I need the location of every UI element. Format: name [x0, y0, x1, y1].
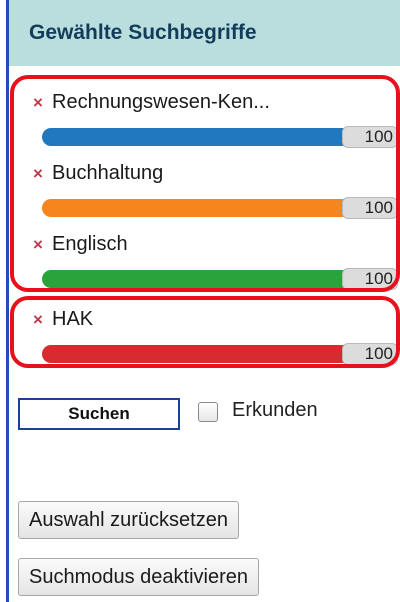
term-label[interactable]: Rechnungswesen-Ken...	[52, 90, 270, 114]
term-label[interactable]: Buchhaltung	[52, 161, 163, 185]
weight-value: 100	[342, 343, 398, 365]
weight-bar-fill	[42, 199, 350, 217]
deactivate-search-mode-button[interactable]: Suchmodus deaktivieren	[18, 558, 260, 596]
search-button[interactable]: Suchen	[18, 398, 180, 430]
weight-bar-fill	[42, 345, 350, 363]
search-term-item: × HAK 100	[0, 302, 400, 378]
weight-value: 100	[342, 268, 398, 290]
weight-value: 100	[342, 197, 398, 219]
weight-value: 100	[342, 126, 398, 148]
search-term-item: × Englisch 100	[0, 227, 400, 303]
panel-title: Gewählte Suchbegriffe	[9, 0, 400, 66]
term-label[interactable]: Englisch	[52, 232, 128, 256]
explore-checkbox[interactable]	[198, 402, 218, 422]
weight-bar[interactable]	[42, 199, 350, 217]
search-term-item: × Buchhaltung 100	[0, 156, 400, 232]
remove-term-icon[interactable]: ×	[28, 235, 48, 255]
remove-term-icon[interactable]: ×	[28, 164, 48, 184]
term-label[interactable]: HAK	[52, 307, 93, 331]
explore-label[interactable]: Erkunden	[232, 398, 318, 422]
search-term-item: × Rechnungswesen-Ken... 100	[0, 85, 400, 161]
remove-term-icon[interactable]: ×	[28, 310, 48, 330]
reset-selection-button[interactable]: Auswahl zurücksetzen	[18, 501, 239, 539]
weight-bar-fill	[42, 270, 350, 288]
weight-bar-fill	[42, 128, 350, 146]
remove-term-icon[interactable]: ×	[28, 93, 48, 113]
weight-bar[interactable]	[42, 270, 350, 288]
weight-bar[interactable]	[42, 345, 350, 363]
weight-bar[interactable]	[42, 128, 350, 146]
